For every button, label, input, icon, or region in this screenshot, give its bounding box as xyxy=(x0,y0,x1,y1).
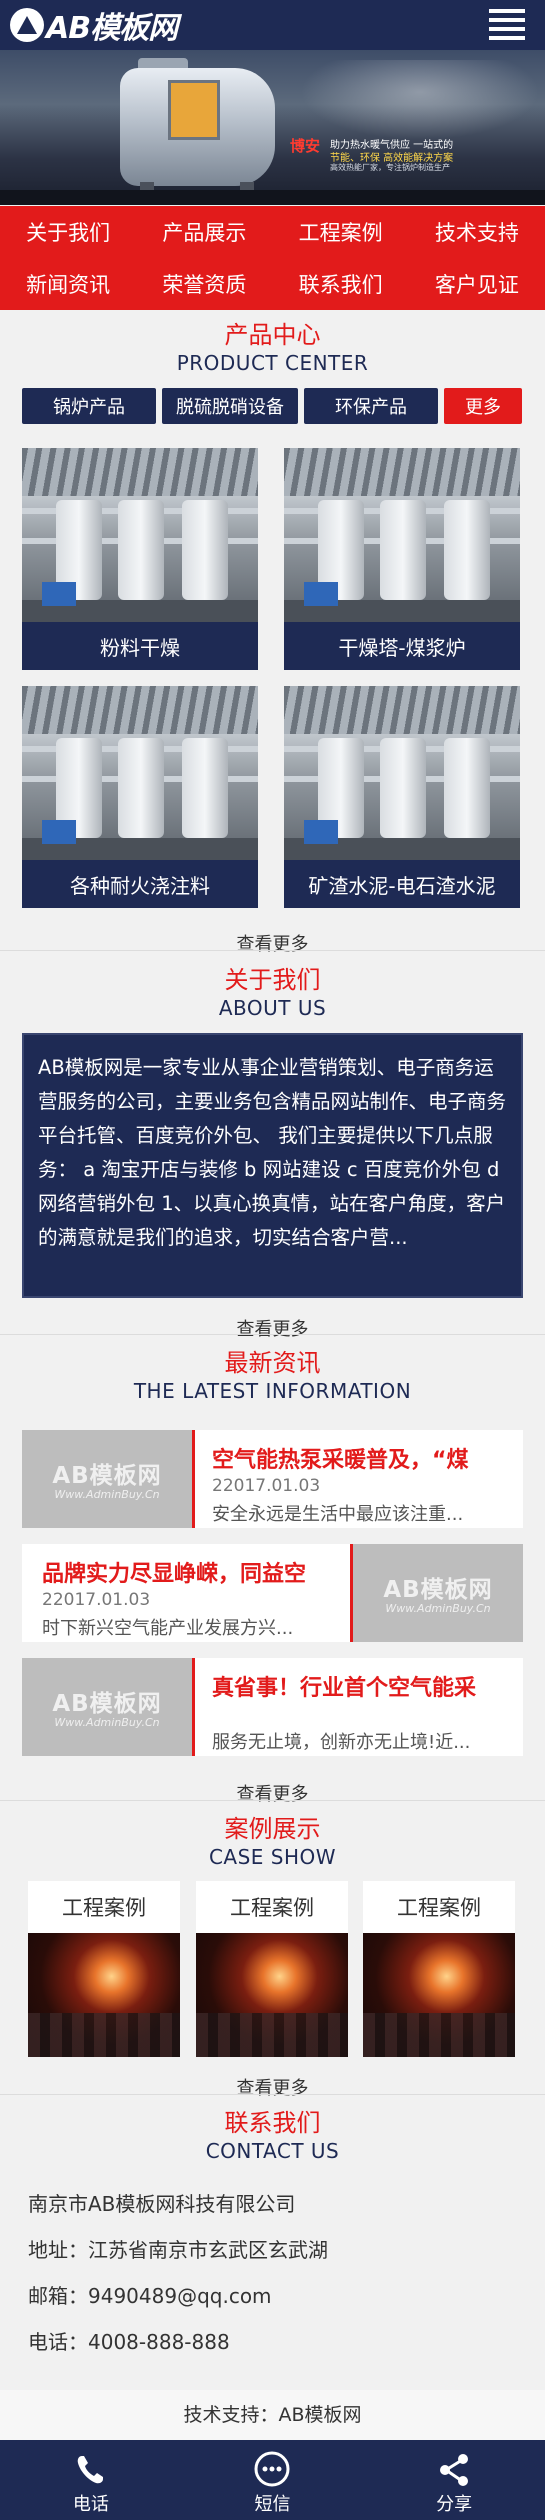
contact-company: 南京市AB模板网科技有限公司 xyxy=(28,2192,296,2216)
bottom-phone-button[interactable]: 电话 xyxy=(0,2440,182,2520)
news-title: 真省事！行业首个空气能采 xyxy=(212,1676,477,1701)
bottom-sms-button[interactable]: 短信 xyxy=(182,2440,364,2520)
banner-line3: 高效热能厂家，专注锅炉制造生产 xyxy=(330,163,450,172)
news-title: 品牌实力尽显峥嵘，同益空 xyxy=(42,1562,307,1587)
product-card[interactable]: 矿渣水泥-电石渣水泥 xyxy=(284,686,520,908)
product-image xyxy=(22,448,258,622)
cases-more-link[interactable]: 查看更多 xyxy=(0,2074,545,2100)
news-desc: 服务无止境，创新亦无止境!近... xyxy=(212,1732,471,1753)
product-title: 各种耐火浇注料 xyxy=(70,873,210,898)
top-header: AB模板网 xyxy=(0,0,545,50)
news-date: 22017.01.03 xyxy=(42,1590,151,1610)
bottom-phone-label: 电话 xyxy=(72,2494,109,2515)
products-more-link[interactable]: 查看更多 xyxy=(0,930,545,956)
about-more-link[interactable]: 查看更多 xyxy=(0,1315,545,1341)
news-more-link[interactable]: 查看更多 xyxy=(0,1780,545,1806)
case-title: 工程案例 xyxy=(62,1896,146,1920)
news-item[interactable]: AB模板网 Www.AdminBuy.Cn 真省事！行业首个空气能采 服务无止境，… xyxy=(22,1658,523,1756)
news-date: 22017.01.03 xyxy=(212,1476,321,1496)
nav-item-products[interactable]: 产品展示 xyxy=(136,206,272,258)
divider xyxy=(0,1800,545,1801)
cases-title-en: CASE SHOW xyxy=(208,1845,337,1869)
tech-support-note: 技术支持：AB模板网 xyxy=(0,2390,545,2440)
about-title-cn: 关于我们 xyxy=(224,966,321,994)
product-card[interactable]: 干燥塔-煤浆炉 xyxy=(284,448,520,670)
cases-title-cn: 案例展示 xyxy=(224,1815,321,1843)
nav-item-about[interactable]: 关于我们 xyxy=(0,206,136,258)
cases-heading: 案例展示 CASE SHOW xyxy=(0,1814,545,1870)
contact-heading: 联系我们 CONTACT US xyxy=(0,2108,545,2164)
tab-more[interactable]: 更多 xyxy=(444,388,522,424)
hamburger-menu-icon[interactable] xyxy=(489,9,525,41)
bottom-action-bar: 电话 短信 分享 xyxy=(0,2440,545,2520)
news-thumbnail: AB模板网 Www.AdminBuy.Cn xyxy=(22,1430,192,1528)
main-nav: 关于我们 产品展示 工程案例 技术支持 新闻资讯 荣誉资质 联系我们 客户见证 xyxy=(0,206,545,310)
about-heading: 关于我们 ABOUT US xyxy=(0,965,545,1021)
news-thumbnail: AB模板网 Www.AdminBuy.Cn xyxy=(22,1658,192,1756)
contact-title-cn: 联系我们 xyxy=(224,2109,321,2137)
news-item[interactable]: 品牌实力尽显峥嵘，同益空 22017.01.03 时下新兴空气能产业发展方兴..… xyxy=(22,1544,523,1642)
product-image xyxy=(22,686,258,860)
product-card[interactable]: 粉料干燥 xyxy=(22,448,258,670)
divider xyxy=(0,950,545,951)
news-title-cn: 最新资讯 xyxy=(224,1349,321,1377)
tab-desulfurization[interactable]: 脱硫脱硝设备 xyxy=(162,388,298,424)
case-image xyxy=(28,1933,180,2057)
product-title: 粉料干燥 xyxy=(100,635,180,660)
about-title-en: ABOUT US xyxy=(218,996,327,1020)
news-desc: 时下新兴空气能产业发展方兴... xyxy=(42,1618,294,1639)
case-card[interactable]: 工程案例 xyxy=(28,1881,180,2057)
product-image xyxy=(284,448,520,622)
news-thumbnail: AB模板网 Www.AdminBuy.Cn xyxy=(353,1544,523,1642)
case-image xyxy=(363,1933,515,2057)
contact-phone[interactable]: 电话：4008-888-888 xyxy=(28,2326,230,2355)
news-heading: 最新资讯 THE LATEST INFORMATION xyxy=(0,1348,545,1404)
bottom-share-button[interactable]: 分享 xyxy=(363,2440,545,2520)
about-text: AB模板网是一家专业从事企业营销策划、电子商务运营服务的公司，主要业务包含精品网… xyxy=(38,1056,507,1249)
product-image xyxy=(284,686,520,860)
about-text-box: AB模板网是一家专业从事企业营销策划、电子商务运营服务的公司，主要业务包含精品网… xyxy=(22,1033,523,1298)
tab-boiler-products[interactable]: 锅炉产品 xyxy=(22,388,156,424)
products-title-en: PRODUCT CENTER xyxy=(176,351,369,375)
nav-item-honors[interactable]: 荣誉资质 xyxy=(136,258,272,310)
divider xyxy=(0,2094,545,2095)
product-title: 干燥塔-煤浆炉 xyxy=(338,635,466,660)
nav-item-testimonials[interactable]: 客户见证 xyxy=(409,258,545,310)
contact-email[interactable]: 邮箱：9490489@qq.com xyxy=(28,2280,272,2309)
bottom-sms-label: 短信 xyxy=(254,2494,291,2515)
case-card[interactable]: 工程案例 xyxy=(363,1881,515,2057)
logo-icon xyxy=(10,8,44,42)
contact-address: 地址：江苏省南京市玄武区玄武湖 xyxy=(28,2238,328,2262)
nav-item-contact[interactable]: 联系我们 xyxy=(273,258,409,310)
site-logo[interactable]: AB模板网 xyxy=(10,7,178,46)
case-image xyxy=(196,1933,348,2057)
nav-item-news[interactable]: 新闻资讯 xyxy=(0,258,136,310)
contact-title-en: CONTACT US xyxy=(205,2139,340,2163)
products-heading: 产品中心 PRODUCT CENTER xyxy=(0,320,545,376)
share-icon xyxy=(440,2454,469,2486)
case-title: 工程案例 xyxy=(397,1896,481,1920)
nav-item-cases[interactable]: 工程案例 xyxy=(273,206,409,258)
phone-icon xyxy=(77,2456,103,2484)
product-title: 矿渣水泥-电石渣水泥 xyxy=(308,873,496,898)
product-card[interactable]: 各种耐火浇注料 xyxy=(22,686,258,908)
case-card[interactable]: 工程案例 xyxy=(196,1881,348,2057)
news-desc: 安全永远是生活中最应该注重... xyxy=(212,1504,464,1525)
tab-eco-products[interactable]: 环保产品 xyxy=(304,388,438,424)
bottom-share-label: 分享 xyxy=(436,2494,473,2515)
hero-banner[interactable]: 博安 助力热水暖气供应 一站式的 节能、环保 高效能解决方案 高效热能厂家，专注… xyxy=(0,50,545,205)
divider xyxy=(0,1334,545,1335)
news-title-en: THE LATEST INFORMATION xyxy=(133,1379,412,1403)
product-category-tabs: 锅炉产品 脱硫脱硝设备 环保产品 更多 xyxy=(22,388,522,424)
sms-icon xyxy=(254,2451,290,2487)
banner-slogan: 博安 xyxy=(290,137,321,155)
nav-item-support[interactable]: 技术支持 xyxy=(409,206,545,258)
case-title: 工程案例 xyxy=(230,1896,314,1920)
news-item[interactable]: AB模板网 Www.AdminBuy.Cn 空气能热泵采暖普及，“煤 22017.… xyxy=(22,1430,523,1528)
logo-text: AB模板网 xyxy=(46,11,178,46)
products-title-cn: 产品中心 xyxy=(224,321,321,349)
news-title: 空气能热泵采暖普及，“煤 xyxy=(212,1448,469,1473)
